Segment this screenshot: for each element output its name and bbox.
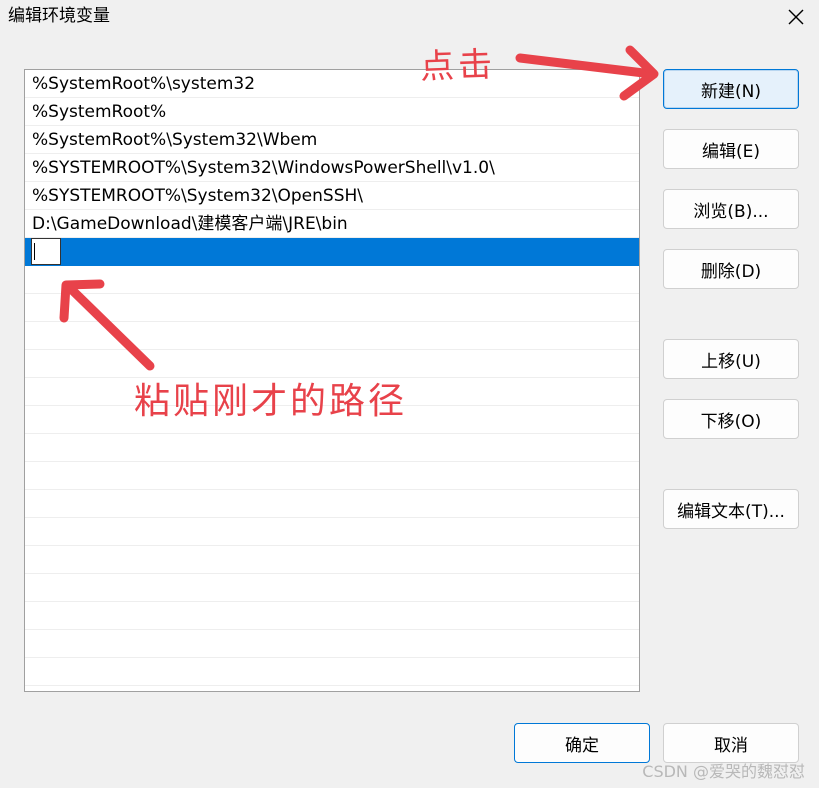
empty-row [25, 658, 639, 686]
edit-button[interactable]: 编辑(E) [663, 129, 799, 169]
text-caret [34, 243, 35, 260]
empty-row [25, 630, 639, 658]
list-item[interactable]: %SystemRoot%\system32 [25, 70, 639, 98]
browse-button[interactable]: 浏览(B)... [663, 189, 799, 229]
empty-row [25, 462, 639, 490]
annotation-click-note: 点击 [419, 44, 497, 88]
list-item[interactable]: %SystemRoot% [25, 98, 639, 126]
cancel-button[interactable]: 取消 [663, 723, 799, 763]
edit-text-button[interactable]: 编辑文本(T)... [663, 489, 799, 529]
empty-row [25, 294, 639, 322]
empty-row [25, 266, 639, 294]
list-item[interactable]: %SYSTEMROOT%\System32\WindowsPowerShell\… [25, 154, 639, 182]
annotation-paste-note: 粘贴刚才的路径 [134, 381, 408, 422]
close-icon [788, 9, 804, 25]
window-title: 编辑环境变量 [8, 6, 110, 26]
close-button[interactable] [773, 0, 819, 34]
empty-row [25, 574, 639, 602]
ok-button[interactable]: 确定 [514, 723, 650, 763]
watermark: CSDN @爱哭的魏怼怼 [642, 762, 805, 781]
list-item[interactable]: %SystemRoot%\System32\Wbem [25, 126, 639, 154]
empty-row [25, 546, 639, 574]
empty-row [25, 434, 639, 462]
list-item[interactable]: D:\GameDownload\建模客户端\JRE\bin [25, 210, 639, 238]
list-item-editing[interactable] [25, 238, 639, 266]
list-item[interactable]: %SYSTEMROOT%\System32\OpenSSH\ [25, 182, 639, 210]
move-down-button[interactable]: 下移(O) [663, 399, 799, 439]
move-up-button[interactable]: 上移(U) [663, 339, 799, 379]
empty-row [25, 490, 639, 518]
empty-row [25, 322, 639, 350]
path-edit-input[interactable] [31, 238, 61, 265]
new-button[interactable]: 新建(N) [663, 69, 799, 109]
empty-row [25, 602, 639, 630]
title-bar: 编辑环境变量 [0, 0, 819, 34]
empty-row [25, 518, 639, 546]
delete-button[interactable]: 删除(D) [663, 249, 799, 289]
